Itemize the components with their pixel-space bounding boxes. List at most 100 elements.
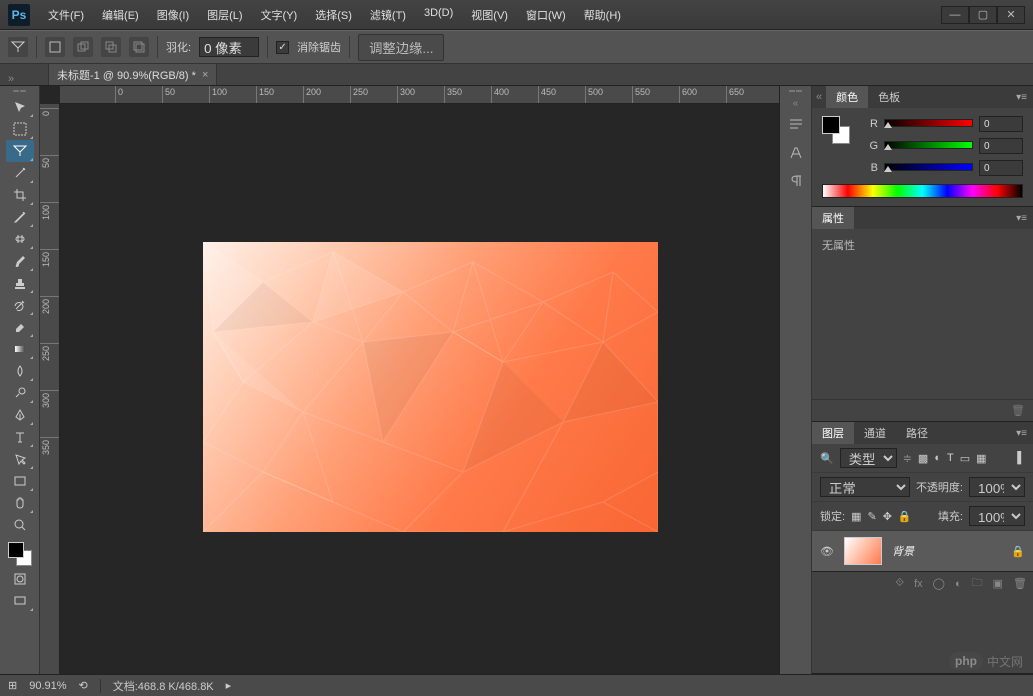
blur-tool-icon[interactable] [6, 360, 34, 382]
g-value[interactable] [979, 138, 1023, 154]
filter-toggle[interactable]: ▌ [1017, 452, 1025, 464]
menu-select[interactable]: 选择(S) [307, 3, 360, 27]
filter-search-icon[interactable]: 🔍 [820, 452, 834, 465]
filter-kind-select[interactable]: 类型 [840, 448, 897, 468]
b-value[interactable] [979, 160, 1023, 176]
refine-edge-button[interactable]: 调整边缘... [358, 34, 444, 61]
brush-tool-icon[interactable] [6, 250, 34, 272]
path-select-tool-icon[interactable] [6, 448, 34, 470]
maximize-button[interactable]: ▢ [969, 6, 997, 24]
menu-3d[interactable]: 3D(D) [416, 3, 461, 27]
color-swatches[interactable] [6, 540, 34, 568]
marquee-tool-icon[interactable] [6, 118, 34, 140]
paragraph-panel-icon[interactable] [784, 113, 808, 137]
lock-all-icon[interactable]: 🔒 [898, 510, 912, 523]
menu-layer[interactable]: 图层(L) [199, 3, 250, 27]
document-tab[interactable]: 未标题-1 @ 90.9%(RGB/8) * × [48, 63, 217, 85]
panel-menu-icon[interactable]: ▾≡ [1016, 213, 1027, 224]
visibility-icon[interactable]: 👁 [820, 545, 834, 558]
fx-icon[interactable]: fx [914, 578, 923, 590]
hand-tool-icon[interactable] [6, 492, 34, 514]
color-spectrum[interactable] [822, 184, 1023, 198]
paths-tab[interactable]: 路径 [896, 422, 938, 444]
shape-tool-icon[interactable] [6, 470, 34, 492]
horizontal-ruler[interactable]: 050100150200250300350400450500550600650 [60, 86, 779, 104]
new-selection-icon[interactable] [45, 37, 65, 57]
healing-tool-icon[interactable] [6, 228, 34, 250]
tab-expand-icon[interactable]: » [8, 73, 14, 85]
lasso-tool-icon[interactable] [6, 140, 34, 162]
pen-tool-icon[interactable] [6, 404, 34, 426]
document-canvas[interactable] [203, 242, 658, 532]
status-menu-icon[interactable]: ▸ [226, 679, 232, 692]
magic-wand-tool-icon[interactable] [6, 162, 34, 184]
filter-shape-icon[interactable]: ▭ [960, 452, 970, 465]
zoom-tool-icon[interactable] [6, 514, 34, 536]
history-brush-tool-icon[interactable] [6, 294, 34, 316]
status-expand-icon[interactable]: ⊞ [8, 679, 17, 692]
minimize-button[interactable]: — [941, 6, 969, 24]
move-tool-icon[interactable] [6, 96, 34, 118]
r-slider[interactable] [884, 119, 973, 129]
menu-filter[interactable]: 滤镜(T) [362, 3, 414, 27]
color-tab[interactable]: 颜色 [826, 86, 868, 108]
vertical-ruler[interactable]: 050100150200250300350 [40, 104, 60, 674]
menu-window[interactable]: 窗口(W) [518, 3, 574, 27]
antialias-checkbox[interactable]: ✓ [276, 41, 289, 54]
filter-adjust-icon[interactable]: ◐ [934, 452, 941, 464]
zoom-level[interactable]: 90.91% [29, 680, 66, 692]
layer-thumbnail[interactable] [844, 537, 882, 565]
paragraph2-panel-icon[interactable] [784, 169, 808, 193]
quickmask-icon[interactable] [6, 568, 34, 590]
properties-tab[interactable]: 属性 [812, 207, 854, 229]
b-slider[interactable] [884, 163, 973, 173]
screenmode-icon[interactable] [6, 590, 34, 612]
color-swatch-pair[interactable] [822, 116, 850, 144]
eyedropper-tool-icon[interactable] [6, 206, 34, 228]
r-value[interactable] [979, 116, 1023, 132]
tool-preset-picker[interactable] [8, 37, 28, 57]
g-slider[interactable] [884, 141, 973, 151]
add-selection-icon[interactable] [73, 37, 93, 57]
stamp-tool-icon[interactable] [6, 272, 34, 294]
intersect-selection-icon[interactable] [129, 37, 149, 57]
menu-help[interactable]: 帮助(H) [576, 3, 629, 27]
fill-select[interactable]: 100% [969, 506, 1025, 526]
adjustment-icon[interactable]: ◐ [955, 578, 962, 590]
status-sync-icon[interactable]: ⟲ [79, 679, 88, 692]
opacity-select[interactable]: 100% [969, 477, 1025, 497]
swatches-tab[interactable]: 色板 [868, 86, 910, 108]
menu-type[interactable]: 文字(Y) [253, 3, 306, 27]
menu-file[interactable]: 文件(F) [40, 3, 92, 27]
subtract-selection-icon[interactable] [101, 37, 121, 57]
mask-icon[interactable]: ◯ [933, 577, 945, 590]
new-layer-icon[interactable]: ▣ [993, 577, 1003, 590]
filter-type-icon[interactable]: T [947, 452, 954, 464]
trash-icon[interactable]: 🗑 [1011, 404, 1025, 417]
layer-name[interactable]: 背景 [892, 543, 1001, 559]
menu-image[interactable]: 图像(I) [149, 3, 197, 27]
foreground-color[interactable] [8, 542, 24, 558]
dock-collapse-icon[interactable]: « [793, 98, 799, 109]
eraser-tool-icon[interactable] [6, 316, 34, 338]
close-tab-icon[interactable]: × [202, 69, 208, 81]
close-button[interactable]: ✕ [997, 6, 1025, 24]
type-tool-icon[interactable] [6, 426, 34, 448]
channels-tab[interactable]: 通道 [854, 422, 896, 444]
filter-smart-icon[interactable]: ▦ [976, 452, 986, 465]
dodge-tool-icon[interactable] [6, 382, 34, 404]
layers-tab[interactable]: 图层 [812, 422, 854, 444]
filter-pixel-icon[interactable]: ▩ [918, 452, 928, 465]
gradient-tool-icon[interactable] [6, 338, 34, 360]
menu-edit[interactable]: 编辑(E) [94, 3, 147, 27]
panel-collapse-icon[interactable]: « [812, 91, 826, 103]
crop-tool-icon[interactable] [6, 184, 34, 206]
character-panel-icon[interactable] [784, 141, 808, 165]
blend-mode-select[interactable]: 正常 [820, 477, 910, 497]
lock-trans-icon[interactable]: ▦ [851, 510, 861, 523]
lock-paint-icon[interactable]: ✎ [867, 510, 876, 523]
doc-size[interactable]: 文档:468.8 K/468.8K [113, 678, 214, 694]
canvas-area[interactable]: 050100150200250300350400450500550600650 … [40, 86, 779, 674]
lock-move-icon[interactable]: ✥ [883, 510, 892, 523]
panel-menu-icon[interactable]: ▾≡ [1016, 92, 1027, 103]
